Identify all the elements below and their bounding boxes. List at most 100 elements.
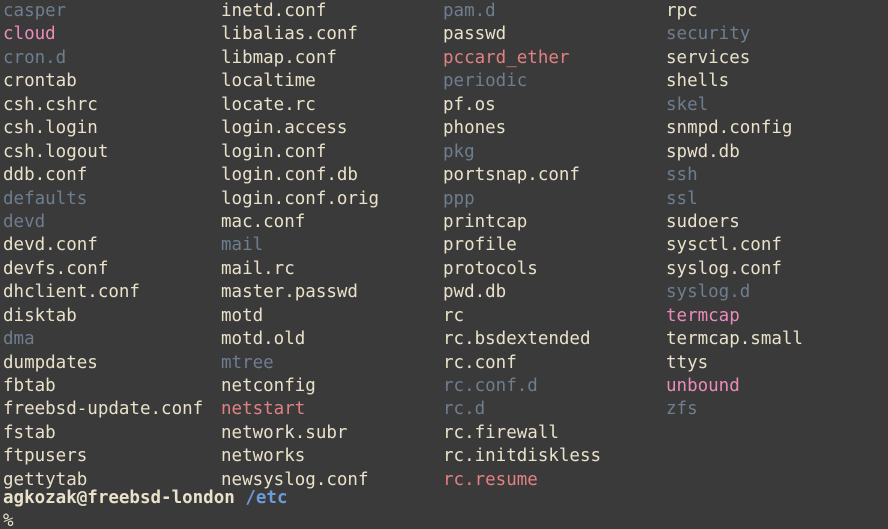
- ls-entry[interactable]: pwd.db: [443, 281, 506, 304]
- ls-entry[interactable]: networks: [221, 445, 305, 468]
- ls-entry[interactable]: mac.conf: [221, 211, 305, 234]
- ls-entry[interactable]: printcap: [443, 211, 527, 234]
- ls-entry[interactable]: csh.cshrc: [3, 94, 98, 117]
- ls-entry[interactable]: inetd.conf: [221, 0, 326, 23]
- ls-entry[interactable]: freebsd-update.conf: [3, 398, 203, 421]
- ls-entry[interactable]: periodic: [443, 70, 527, 93]
- ls-row: disktab motd rc termcap: [0, 305, 888, 328]
- ls-entry[interactable]: devd.conf: [3, 234, 98, 257]
- ls-entry[interactable]: rc.conf.d: [443, 375, 538, 398]
- shell-command-line[interactable]: %: [3, 510, 14, 529]
- ls-row: dma motd.old rc.bsdextended termcap.small: [0, 328, 888, 351]
- ls-row: defaults login.conf.orig ppp ssl: [0, 188, 888, 211]
- ls-row: devd.conf mail profile sysctl.conf: [0, 234, 888, 257]
- prompt-symbol: %: [3, 511, 14, 529]
- ls-entry[interactable]: dumpdates: [3, 352, 98, 375]
- ls-entry[interactable]: netstart: [221, 398, 305, 421]
- ls-entry[interactable]: services: [666, 47, 750, 70]
- ls-row: fstab network.subr rc.firewall: [0, 422, 888, 445]
- ls-entry[interactable]: rc.bsdextended: [443, 328, 591, 351]
- prompt-separator: [235, 488, 246, 508]
- ls-entry[interactable]: rpc: [666, 0, 698, 23]
- ls-entry[interactable]: mail: [221, 234, 263, 257]
- ls-row: crontab localtime periodic shells: [0, 70, 888, 93]
- ls-entry[interactable]: ftpusers: [3, 445, 87, 468]
- ls-entry[interactable]: login.conf: [221, 141, 326, 164]
- ls-entry[interactable]: rc.initdiskless: [443, 445, 601, 468]
- ls-entry[interactable]: casper: [3, 0, 66, 23]
- ls-entry[interactable]: phones: [443, 117, 506, 140]
- ls-entry[interactable]: mtree: [221, 352, 274, 375]
- ls-entry[interactable]: fbtab: [3, 375, 56, 398]
- ls-entry[interactable]: master.passwd: [221, 281, 358, 304]
- ls-entry[interactable]: rc: [443, 305, 464, 328]
- ls-entry[interactable]: fstab: [3, 422, 56, 445]
- ls-row: ftpusers networks rc.initdiskless: [0, 445, 888, 468]
- ls-entry[interactable]: crontab: [3, 70, 77, 93]
- ls-entry[interactable]: rc.firewall: [443, 422, 559, 445]
- ls-entry[interactable]: pf.os: [443, 94, 496, 117]
- ls-entry[interactable]: rc.resume: [443, 469, 538, 492]
- ls-entry[interactable]: csh.logout: [3, 141, 108, 164]
- ls-row: cron.d libmap.conf pccard_ether services: [0, 47, 888, 70]
- ls-row: fbtab netconfig rc.conf.d unbound: [0, 375, 888, 398]
- ls-entry[interactable]: login.access: [221, 117, 347, 140]
- ls-entry[interactable]: ssl: [666, 188, 698, 211]
- ls-entry[interactable]: motd.old: [221, 328, 305, 351]
- ls-entry[interactable]: sysctl.conf: [666, 234, 782, 257]
- ls-entry[interactable]: security: [666, 23, 750, 46]
- ls-entry[interactable]: ssh: [666, 164, 698, 187]
- ls-entry[interactable]: motd: [221, 305, 263, 328]
- ls-entry[interactable]: pkg: [443, 141, 475, 164]
- ls-entry[interactable]: csh.login: [3, 117, 98, 140]
- ls-output-grid: casper inetd.conf pam.d rpc cloud libalias.co…: [0, 0, 888, 492]
- ls-entry[interactable]: spwd.db: [666, 141, 740, 164]
- ls-entry[interactable]: network.subr: [221, 422, 347, 445]
- ls-entry[interactable]: sudoers: [666, 211, 740, 234]
- ls-entry[interactable]: locate.rc: [221, 94, 316, 117]
- ls-entry[interactable]: pam.d: [443, 0, 496, 23]
- ls-entry[interactable]: devd: [3, 211, 45, 234]
- ls-row: csh.cshrc locate.rc pf.os skel: [0, 94, 888, 117]
- shell-prompt-line: agkozak@freebsd-london /etc: [3, 487, 288, 510]
- ls-entry[interactable]: profile: [443, 234, 517, 257]
- ls-entry[interactable]: devfs.conf: [3, 258, 108, 281]
- ls-entry[interactable]: mail.rc: [221, 258, 295, 281]
- ls-entry[interactable]: portsnap.conf: [443, 164, 580, 187]
- ls-entry[interactable]: syslog.conf: [666, 258, 782, 281]
- terminal-window[interactable]: casper inetd.conf pam.d rpc cloud libalias.co…: [0, 0, 888, 529]
- ls-entry[interactable]: rc.conf: [443, 352, 517, 375]
- ls-entry[interactable]: passwd: [443, 23, 506, 46]
- ls-entry[interactable]: login.conf.orig: [221, 188, 379, 211]
- ls-entry[interactable]: termcap: [666, 305, 740, 328]
- ls-entry[interactable]: login.conf.db: [221, 164, 358, 187]
- ls-entry[interactable]: shells: [666, 70, 729, 93]
- ls-entry[interactable]: cron.d: [3, 47, 66, 70]
- ls-entry[interactable]: snmpd.config: [666, 117, 792, 140]
- ls-entry[interactable]: disktab: [3, 305, 77, 328]
- ls-entry[interactable]: ttys: [666, 352, 708, 375]
- ls-entry[interactable]: ppp: [443, 188, 475, 211]
- ls-entry[interactable]: netconfig: [221, 375, 316, 398]
- ls-entry[interactable]: cloud: [3, 23, 56, 46]
- ls-entry[interactable]: syslog.d: [666, 281, 750, 304]
- ls-entry[interactable]: skel: [666, 94, 708, 117]
- ls-entry[interactable]: libalias.conf: [221, 23, 358, 46]
- ls-entry[interactable]: unbound: [666, 375, 740, 398]
- ls-row: devd mac.conf printcap sudoers: [0, 211, 888, 234]
- ls-entry[interactable]: protocols: [443, 258, 538, 281]
- ls-row: csh.logout login.conf pkg spwd.db: [0, 141, 888, 164]
- ls-entry[interactable]: rc.d: [443, 398, 485, 421]
- ls-row: dhclient.conf master.passwd pwd.db syslog.d: [0, 281, 888, 304]
- ls-entry[interactable]: dma: [3, 328, 35, 351]
- ls-entry[interactable]: defaults: [3, 188, 87, 211]
- ls-entry[interactable]: zfs: [666, 398, 698, 421]
- ls-entry[interactable]: termcap.small: [666, 328, 803, 351]
- ls-entry[interactable]: pccard_ether: [443, 47, 569, 70]
- ls-entry[interactable]: localtime: [221, 70, 316, 93]
- ls-entry[interactable]: ddb.conf: [3, 164, 87, 187]
- ls-entry[interactable]: dhclient.conf: [3, 281, 140, 304]
- ls-row: devfs.conf mail.rc protocols syslog.conf: [0, 258, 888, 281]
- ls-row: freebsd-update.conf netstart rc.d zfs: [0, 398, 888, 421]
- ls-entry[interactable]: libmap.conf: [221, 47, 337, 70]
